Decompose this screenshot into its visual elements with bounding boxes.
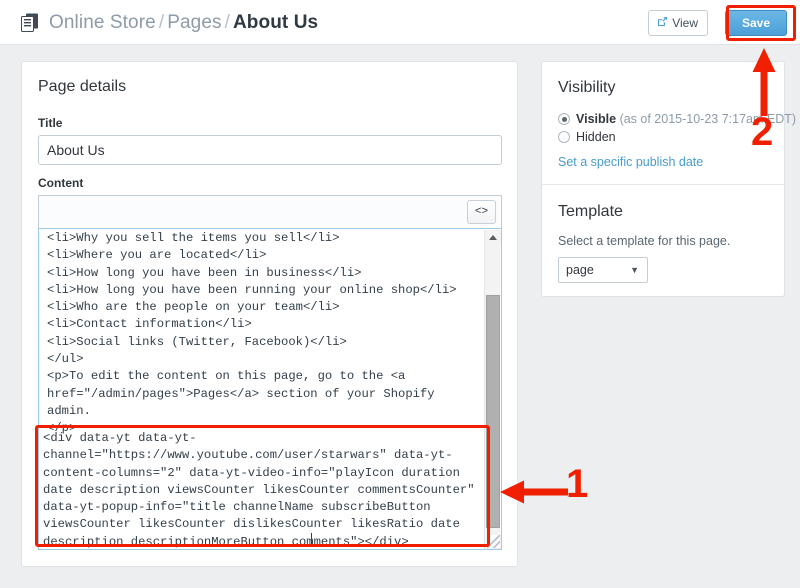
template-select[interactable]: page ▼ (558, 257, 648, 283)
chevron-down-icon: ▼ (630, 265, 639, 275)
annotation-number-1: 1 (566, 462, 589, 506)
top-bar: Online Store / Pages / About Us View Save (0, 0, 800, 45)
view-button[interactable]: View (648, 10, 708, 36)
radio-hidden-label: Hidden (576, 130, 616, 144)
text-caret (311, 533, 312, 546)
scrollbar-thumb[interactable] (486, 295, 500, 528)
breadcrumb-root[interactable]: Online Store (49, 12, 156, 33)
breadcrumb: Online Store / Pages / About Us (49, 9, 318, 36)
code-text-highlighted: <div data-yt data-yt-channel="https://ww… (43, 431, 475, 549)
editor-toolbar: <> (38, 195, 502, 228)
breadcrumb-section[interactable]: Pages (167, 12, 221, 33)
page-details-title: Page details (38, 78, 127, 95)
title-input[interactable] (38, 135, 502, 165)
template-description: Select a template for this page. (558, 234, 731, 248)
code-text-top: <li>Why you sell the items you sell</li>… (47, 231, 457, 436)
breadcrumb-separator-2: / (224, 12, 230, 33)
pages-stack-icon (21, 13, 39, 32)
radio-visible-icon[interactable] (558, 113, 570, 125)
scroll-up-arrow-icon[interactable] (485, 230, 501, 246)
radio-visible-label: Visible (576, 112, 617, 126)
template-title: Template (558, 203, 623, 220)
radio-option-hidden[interactable]: Hidden (558, 130, 616, 144)
breadcrumb-separator-1: / (158, 12, 165, 33)
card-divider (542, 184, 784, 185)
external-link-icon (657, 11, 668, 35)
title-field-label: Title (38, 116, 63, 130)
radio-visible-note: (as of 2015-10-23 7:17am EDT) (619, 112, 797, 126)
breadcrumb-current: About Us (232, 12, 319, 33)
set-publish-date-link[interactable]: Set a specific publish date (558, 155, 703, 169)
visibility-title: Visibility (558, 79, 616, 96)
visibility-template-card: Visibility Visible (as of 2015-10-23 7:1… (541, 61, 796, 297)
editor-scrollbar[interactable] (484, 230, 501, 549)
radio-option-visible[interactable]: Visible (as of 2015-10-23 7:17am EDT) (558, 112, 796, 126)
content-field-label: Content (38, 176, 84, 190)
view-button-label: View (672, 16, 698, 30)
code-brackets-icon[interactable]: <> (467, 200, 496, 224)
template-select-value: page (566, 263, 594, 277)
screen-root: Online Store / Pages / About Us View Save Pa… (0, 0, 800, 588)
radio-hidden-icon[interactable] (558, 131, 570, 143)
save-button[interactable]: Save (725, 10, 787, 36)
resize-handle[interactable] (487, 535, 500, 548)
